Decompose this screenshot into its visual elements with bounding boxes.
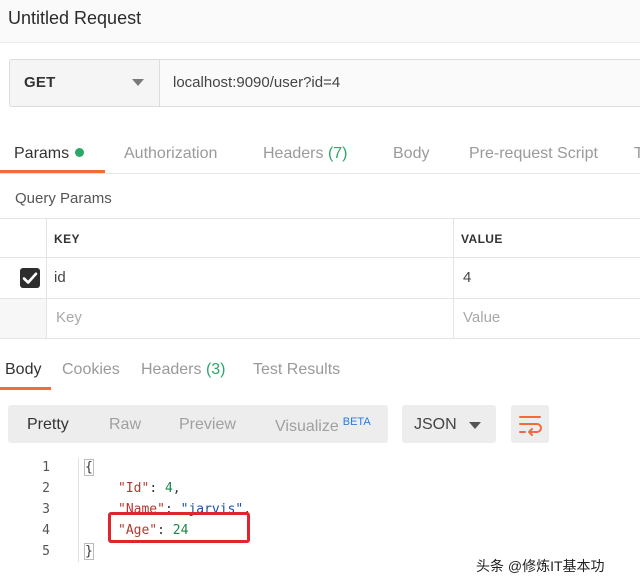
url-value: localhost:9090/user?id=4 <box>173 74 341 91</box>
tab-pre-request-script[interactable]: Pre-request Script <box>469 145 598 163</box>
response-headers-count: (3) <box>205 361 226 378</box>
format-visualize-button[interactable]: Visualize BETA <box>275 416 371 436</box>
watermark: 头条 @修炼IT基本功 <box>476 558 605 574</box>
table-divider <box>453 218 454 338</box>
status-dot-icon <box>75 148 85 157</box>
open-brace: { <box>84 459 94 476</box>
format-raw-button[interactable]: Raw <box>109 416 141 434</box>
tab-params[interactable]: Params <box>14 145 85 163</box>
json-trail: , <box>172 481 181 496</box>
section-title: Query Params <box>15 190 112 207</box>
new-value-input[interactable]: Value <box>463 309 500 326</box>
new-key-input[interactable]: Key <box>56 309 82 326</box>
column-header-value: VALUE <box>461 232 503 246</box>
line-number: 3 <box>42 502 50 517</box>
line-number: 2 <box>42 481 50 496</box>
beta-badge: BETA <box>342 416 371 428</box>
tab-response-headers-label: Headers <box>141 361 202 378</box>
line-number: 4 <box>42 523 50 538</box>
annotation-highlight-box <box>108 512 250 543</box>
editor-gutter <box>78 458 79 562</box>
line-number: 5 <box>42 544 50 559</box>
line-number: 1 <box>42 460 50 475</box>
format-pretty-button[interactable]: Pretty <box>27 416 69 434</box>
tab-response-headers[interactable]: Headers (3) <box>141 361 226 379</box>
table-divider <box>46 218 47 338</box>
param-key-cell[interactable]: id <box>54 269 66 286</box>
tab-params-label: Params <box>14 145 70 162</box>
language-label: JSON <box>414 416 457 433</box>
format-preview-button[interactable]: Preview <box>179 416 236 434</box>
code-line[interactable]: { <box>84 459 94 476</box>
tab-headers[interactable]: Headers (7) <box>263 145 348 163</box>
table-divider <box>0 218 640 219</box>
json-key: "Id" <box>118 481 150 496</box>
param-value-cell[interactable]: 4 <box>463 269 471 286</box>
table-divider <box>0 338 640 339</box>
chevron-down-icon <box>469 422 481 429</box>
tab-response-body[interactable]: Body <box>5 361 41 379</box>
tab-headers-label: Headers <box>263 145 324 162</box>
json-sep: : <box>149 481 165 496</box>
tab-body[interactable]: Body <box>393 145 429 163</box>
method-label: GET <box>24 74 56 91</box>
active-tab-indicator <box>0 387 51 390</box>
param-checkbox[interactable] <box>20 268 40 288</box>
wrap-lines-button[interactable] <box>511 405 549 443</box>
request-title[interactable]: Untitled Request <box>8 8 141 29</box>
headers-count: (7) <box>327 145 348 162</box>
table-divider <box>0 257 640 258</box>
close-brace: } <box>84 543 94 560</box>
visualize-label: Visualize <box>275 418 339 435</box>
code-line[interactable]: "Id": 4, <box>118 481 181 496</box>
checkmark-icon <box>22 272 38 284</box>
code-line[interactable]: } <box>84 543 94 560</box>
tabs-divider <box>0 173 640 174</box>
tab-cookies[interactable]: Cookies <box>62 361 120 379</box>
tab-authorization[interactable]: Authorization <box>124 145 217 163</box>
tab-tests[interactable]: T <box>634 145 640 163</box>
table-divider <box>0 298 640 299</box>
table-cell <box>0 299 46 338</box>
json-value: 4 <box>164 481 173 496</box>
column-header-key: KEY <box>54 232 80 246</box>
wrap-lines-icon <box>519 416 542 436</box>
chevron-down-icon[interactable] <box>132 79 144 86</box>
tab-test-results[interactable]: Test Results <box>253 361 340 379</box>
